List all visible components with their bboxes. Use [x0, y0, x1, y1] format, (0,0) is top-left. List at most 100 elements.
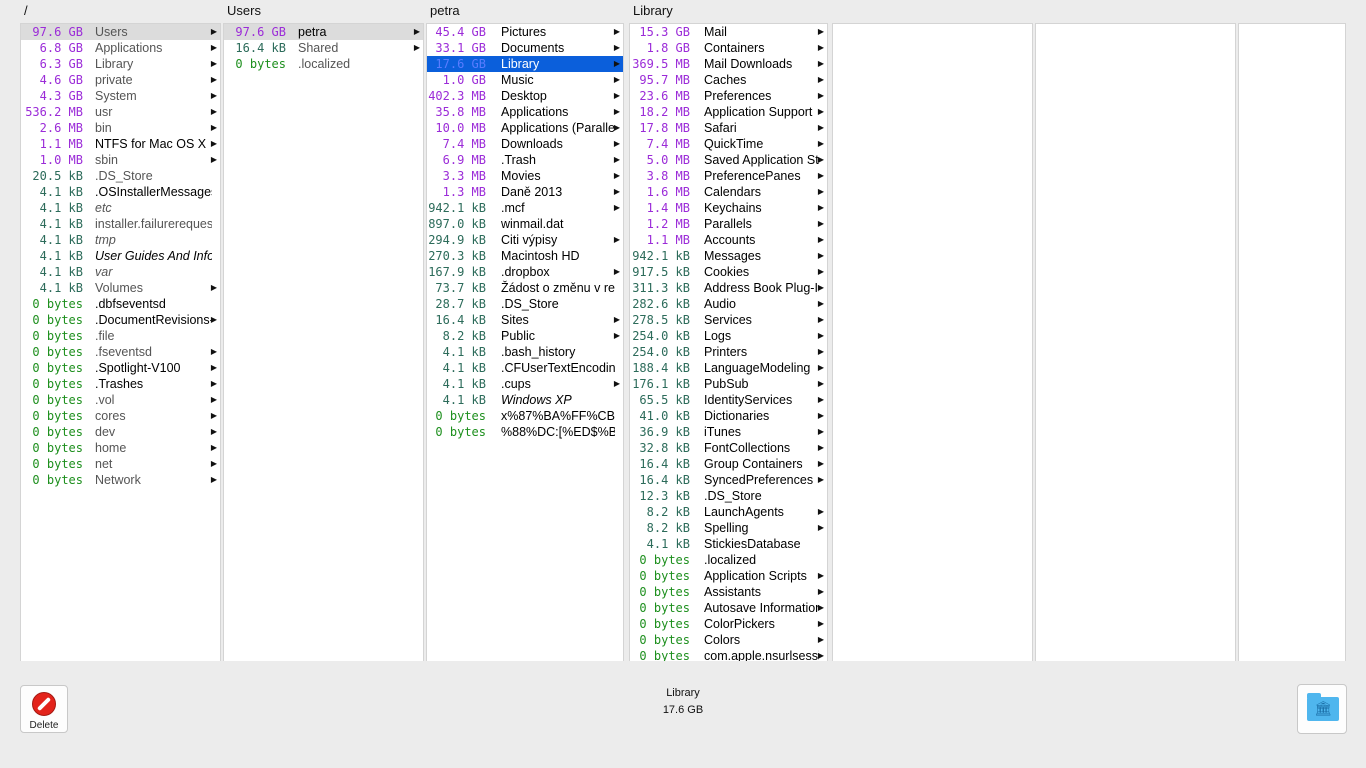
- list-item[interactable]: 16.4 kB SyncedPreferences ▶: [630, 472, 827, 488]
- list-item[interactable]: 402.3 MB Desktop ▶: [427, 88, 623, 104]
- list-item[interactable]: 0 bytes .DocumentRevisions-V100▶: [21, 312, 220, 328]
- list-item[interactable]: 32.8 kB FontCollections ▶: [630, 440, 827, 456]
- list-item[interactable]: 278.5 kB Services ▶: [630, 312, 827, 328]
- list-item[interactable]: 28.7 kB .DS_Store: [427, 296, 623, 312]
- list-item[interactable]: 1.6 MB Calendars ▶: [630, 184, 827, 200]
- list-item[interactable]: 1.0 MB sbin ▶: [21, 152, 220, 168]
- list-item[interactable]: 4.1 kB tmp: [21, 232, 220, 248]
- list-item[interactable]: 188.4 kB LanguageModeling ▶: [630, 360, 827, 376]
- list-item[interactable]: 0 bytes ColorPickers ▶: [630, 616, 827, 632]
- list-item[interactable]: 97.6 GB petra ▶: [224, 24, 423, 40]
- list-item[interactable]: 6.3 GB Library ▶: [21, 56, 220, 72]
- list-item[interactable]: 65.5 kB IdentityServices ▶: [630, 392, 827, 408]
- list-item[interactable]: 0 bytes cores ▶: [21, 408, 220, 424]
- list-item[interactable]: 4.1 kB .CFUserTextEncoding: [427, 360, 623, 376]
- list-item[interactable]: 1.1 MB Accounts ▶: [630, 232, 827, 248]
- list-item[interactable]: 10.0 MB Applications (Parallels)▶: [427, 120, 623, 136]
- list-item[interactable]: 0 bytes net ▶: [21, 456, 220, 472]
- list-item[interactable]: 1.3 MB Daně 2013 ▶: [427, 184, 623, 200]
- list-item[interactable]: 897.0 kB winmail.dat: [427, 216, 623, 232]
- list-item[interactable]: 4.1 kB StickiesDatabase: [630, 536, 827, 552]
- list-item[interactable]: 20.5 kB .DS_Store: [21, 168, 220, 184]
- browser-column[interactable]: [1238, 23, 1346, 661]
- browser-column[interactable]: 97.6 GB petra ▶ 16.4 kB Shared ▶ 0 bytes .local…: [223, 23, 424, 661]
- list-item[interactable]: 0 bytes .file: [21, 328, 220, 344]
- list-item[interactable]: 0 bytes Autosave Information ▶: [630, 600, 827, 616]
- list-item[interactable]: 176.1 kB PubSub ▶: [630, 376, 827, 392]
- delete-button[interactable]: Delete: [20, 685, 68, 733]
- list-item[interactable]: 0 bytes com.apple.nsurlsessiond▶: [630, 648, 827, 661]
- list-item[interactable]: 41.0 kB Dictionaries ▶: [630, 408, 827, 424]
- list-item[interactable]: 0 bytes %88%DC:[%ED$%B2: [427, 424, 623, 440]
- list-item[interactable]: 1.0 GB Music ▶: [427, 72, 623, 88]
- list-item[interactable]: 1.1 MB NTFS for Mac OS X ▶: [21, 136, 220, 152]
- list-item[interactable]: 167.9 kB .dropbox ▶: [427, 264, 623, 280]
- list-item[interactable]: 0 bytes Colors ▶: [630, 632, 827, 648]
- list-item[interactable]: 8.2 kB Spelling ▶: [630, 520, 827, 536]
- list-item[interactable]: 4.1 kB installer.failurerequests: [21, 216, 220, 232]
- list-item[interactable]: 8.2 kB Public ▶: [427, 328, 623, 344]
- list-item[interactable]: 23.6 MB Preferences ▶: [630, 88, 827, 104]
- list-item[interactable]: 12.3 kB .DS_Store: [630, 488, 827, 504]
- list-item[interactable]: 3.3 MB Movies ▶: [427, 168, 623, 184]
- list-item[interactable]: 0 bytes x%87%BA%FF%CB%C3: [427, 408, 623, 424]
- list-item[interactable]: 0 bytes .Spotlight-V100 ▶: [21, 360, 220, 376]
- browser-column[interactable]: 97.6 GB Users ▶ 6.8 GB Applications ▶ 6.3 GB Li…: [20, 23, 221, 661]
- list-item[interactable]: 2.6 MB bin ▶: [21, 120, 220, 136]
- list-item[interactable]: 1.8 GB Containers ▶: [630, 40, 827, 56]
- list-item[interactable]: 0 bytes Assistants ▶: [630, 584, 827, 600]
- list-item[interactable]: 0 bytes .Trashes ▶: [21, 376, 220, 392]
- list-item[interactable]: 16.4 kB Sites ▶: [427, 312, 623, 328]
- list-item[interactable]: 36.9 kB iTunes ▶: [630, 424, 827, 440]
- list-item[interactable]: 1.2 MB Parallels ▶: [630, 216, 827, 232]
- list-item[interactable]: 0 bytes .localized: [630, 552, 827, 568]
- list-item[interactable]: 0 bytes Network ▶: [21, 472, 220, 488]
- list-item[interactable]: 7.4 MB QuickTime ▶: [630, 136, 827, 152]
- list-item[interactable]: 97.6 GB Users ▶: [21, 24, 220, 40]
- list-item[interactable]: 0 bytes .localized: [224, 56, 423, 72]
- list-item[interactable]: 6.9 MB .Trash ▶: [427, 152, 623, 168]
- list-item[interactable]: 282.6 kB Audio ▶: [630, 296, 827, 312]
- list-item[interactable]: 16.4 kB Group Containers ▶: [630, 456, 827, 472]
- list-item[interactable]: 15.3 GB Mail ▶: [630, 24, 827, 40]
- list-item[interactable]: 8.2 kB LaunchAgents ▶: [630, 504, 827, 520]
- browser-column[interactable]: [832, 23, 1033, 661]
- list-item[interactable]: 0 bytes Application Scripts ▶: [630, 568, 827, 584]
- list-item[interactable]: 17.6 GB Library ▶: [427, 56, 623, 72]
- list-item[interactable]: 942.1 kB .mcf ▶: [427, 200, 623, 216]
- list-item[interactable]: 18.2 MB Application Support ▶: [630, 104, 827, 120]
- list-item[interactable]: 270.3 kB Macintosh HD: [427, 248, 623, 264]
- list-item[interactable]: 1.4 MB Keychains ▶: [630, 200, 827, 216]
- list-item[interactable]: 4.1 kB .bash_history: [427, 344, 623, 360]
- list-item[interactable]: 4.1 kB .cups ▶: [427, 376, 623, 392]
- list-item[interactable]: 73.7 kB Žádost o změnu v registraci: [427, 280, 623, 296]
- list-item[interactable]: 45.4 GB Pictures ▶: [427, 24, 623, 40]
- list-item[interactable]: 35.8 MB Applications ▶: [427, 104, 623, 120]
- list-item[interactable]: 536.2 MB usr ▶: [21, 104, 220, 120]
- list-item[interactable]: 4.1 kB Volumes ▶: [21, 280, 220, 296]
- list-item[interactable]: 0 bytes .vol ▶: [21, 392, 220, 408]
- list-item[interactable]: 254.0 kB Printers ▶: [630, 344, 827, 360]
- list-item[interactable]: 311.3 kB Address Book Plug-Ins ▶: [630, 280, 827, 296]
- list-item[interactable]: 4.1 kB Windows XP: [427, 392, 623, 408]
- list-item[interactable]: 917.5 kB Cookies ▶: [630, 264, 827, 280]
- browser-column[interactable]: [1035, 23, 1236, 661]
- list-item[interactable]: 369.5 MB Mail Downloads ▶: [630, 56, 827, 72]
- list-item[interactable]: 7.4 MB Downloads ▶: [427, 136, 623, 152]
- browser-column[interactable]: 15.3 GB Mail ▶ 1.8 GB Containers ▶ 369.5 MB Mai…: [629, 23, 828, 661]
- list-item[interactable]: 33.1 GB Documents ▶: [427, 40, 623, 56]
- list-item[interactable]: 254.0 kB Logs ▶: [630, 328, 827, 344]
- browser-column[interactable]: 45.4 GB Pictures ▶ 33.1 GB Documents ▶ 17.6 GB…: [426, 23, 624, 661]
- list-item[interactable]: 0 bytes .fseventsd ▶: [21, 344, 220, 360]
- list-item[interactable]: 95.7 MB Caches ▶: [630, 72, 827, 88]
- list-item[interactable]: 17.8 MB Safari ▶: [630, 120, 827, 136]
- list-item[interactable]: 942.1 kB Messages ▶: [630, 248, 827, 264]
- list-item[interactable]: 4.1 kB etc: [21, 200, 220, 216]
- list-item[interactable]: 16.4 kB Shared ▶: [224, 40, 423, 56]
- list-item[interactable]: 0 bytes .dbfseventsd: [21, 296, 220, 312]
- list-item[interactable]: 4.3 GB System ▶: [21, 88, 220, 104]
- list-item[interactable]: 0 bytes dev ▶: [21, 424, 220, 440]
- list-item[interactable]: 6.8 GB Applications ▶: [21, 40, 220, 56]
- list-item[interactable]: 0 bytes home ▶: [21, 440, 220, 456]
- trash-button[interactable]: 🏛: [1297, 684, 1347, 734]
